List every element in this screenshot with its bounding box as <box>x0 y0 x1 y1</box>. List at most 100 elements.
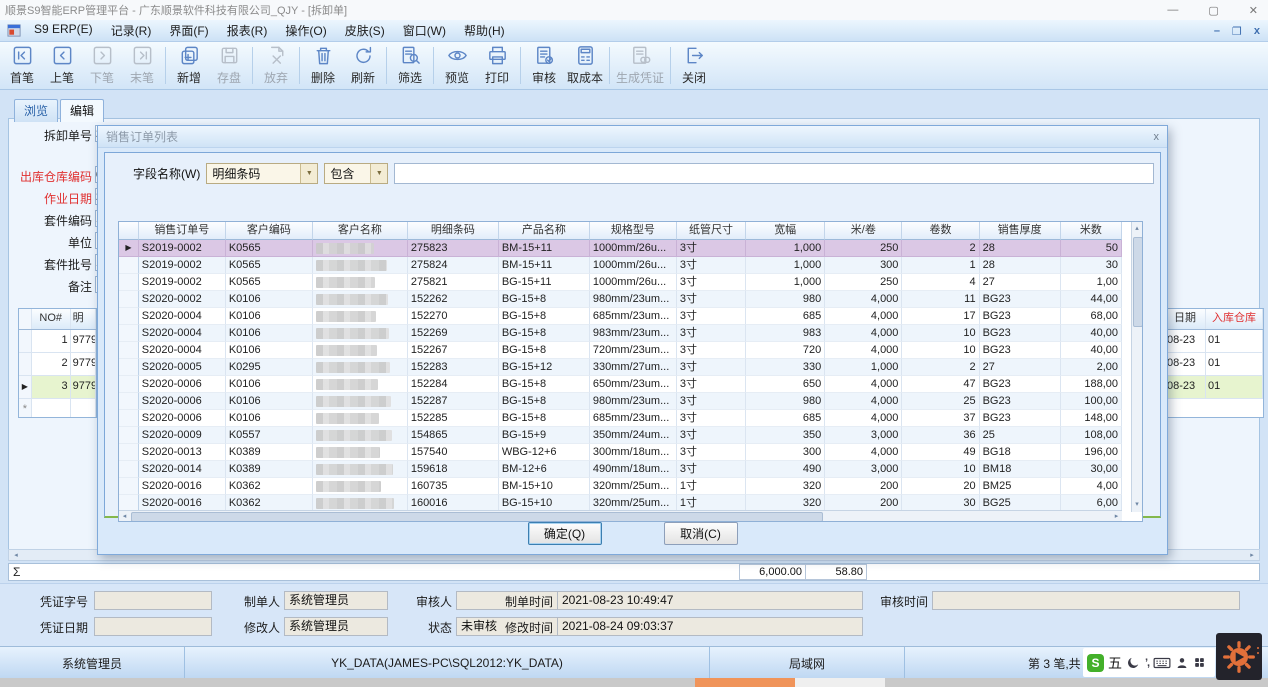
toolbar-button-refresh[interactable]: 刷新 <box>343 43 383 88</box>
scroll-right-icon[interactable]: ▸ <box>1246 551 1258 559</box>
toolbar-button-add[interactable]: 新增 <box>169 43 209 88</box>
column-header-6[interactable]: 规格型号 <box>590 222 677 240</box>
censored-customer-name <box>316 379 378 390</box>
column-header-inbound-warehouse[interactable]: 入库仓库 <box>1206 309 1263 329</box>
dialog-close-icon[interactable]: x <box>1154 131 1160 143</box>
hscroll-thumb[interactable] <box>131 512 823 522</box>
detail-lines-grid[interactable]: NO#明197792297792▶397792* <box>18 308 97 418</box>
column-header-8[interactable]: 宽幅 <box>746 222 825 240</box>
table-row[interactable]: ▶S2019-0002K0565275823BM-15+111000mm/26u… <box>119 240 1122 257</box>
scroll-left-icon[interactable]: ◂ <box>10 551 22 559</box>
wubi-mode-icon[interactable]: 五 <box>1108 654 1122 672</box>
table-row[interactable]: 08-2301 <box>1165 353 1263 376</box>
table-vscrollbar[interactable]: ▴ ▾ <box>1131 222 1142 512</box>
menu-item-6[interactable]: 皮肤(S) <box>336 22 394 39</box>
sales-order-table[interactable]: 销售订单号客户编码客户名称明细条码产品名称规格型号纸管尺寸宽幅米/卷卷数销售厚度… <box>118 221 1143 522</box>
column-header-9[interactable]: 米/卷 <box>825 222 902 240</box>
table-cell: 4,000 <box>825 325 902 342</box>
toolbar-button-first-record[interactable]: 首笔 <box>2 43 42 88</box>
menu-item-2[interactable]: 记录(R) <box>102 22 161 39</box>
mdi-minimize-button[interactable]: – <box>1214 25 1220 37</box>
window-minimize-button[interactable]: — <box>1167 4 1178 16</box>
table-row[interactable]: 08-2301 <box>1165 376 1263 399</box>
chevron-down-icon[interactable]: ▼ <box>370 164 387 183</box>
table-row[interactable]: 08-2301 <box>1165 330 1263 353</box>
keyboard-icon[interactable] <box>1153 654 1171 672</box>
toolbar-button-print[interactable]: 打印 <box>477 43 517 88</box>
scroll-left-icon[interactable]: ◂ <box>119 511 130 521</box>
column-header-detail-barcode[interactable]: 明 <box>71 309 96 329</box>
mdi-restore-button[interactable]: ❐ <box>1232 25 1242 38</box>
table-row[interactable]: S2020-0002K0106152262BG-15+8980mm/23um..… <box>119 291 1122 308</box>
menu-item-1[interactable]: S9 ERP(E) <box>25 22 102 39</box>
filter-search-input[interactable] <box>394 163 1154 184</box>
column-header-no[interactable]: NO# <box>32 309 71 329</box>
tab-browse[interactable]: 浏览 <box>14 99 58 122</box>
column-header-1[interactable]: 销售订单号 <box>139 222 226 240</box>
table-row[interactable]: S2020-0006K0106152287BG-15+8980mm/23um..… <box>119 393 1122 410</box>
table-row[interactable]: S2019-0002K0565275821BG-15+111000mm/26u.… <box>119 274 1122 291</box>
new-row[interactable]: * <box>19 399 96 418</box>
menu-item-3[interactable]: 界面(F) <box>160 22 217 39</box>
toolbar-button-prev-record[interactable]: 上笔 <box>42 43 82 88</box>
cancel-button[interactable]: 取消(C) <box>664 522 738 545</box>
table-row[interactable]: S2020-0014K0389159618BM-12+6490mm/18um..… <box>119 461 1122 478</box>
table-row[interactable]: S2020-0004K0106152267BG-15+8720mm/23um..… <box>119 342 1122 359</box>
table-row[interactable]: S2020-0006K0106152285BG-15+8685mm/23um..… <box>119 410 1122 427</box>
column-header-3[interactable]: 客户名称 <box>313 222 408 240</box>
toolbar-button-preview[interactable]: 预览 <box>437 43 477 88</box>
table-row[interactable]: S2020-0004K0106152269BG-15+8983mm/23um..… <box>119 325 1122 342</box>
mdi-close-button[interactable]: x <box>1254 25 1260 37</box>
scroll-down-icon[interactable]: ▾ <box>1132 498 1142 512</box>
column-header-10[interactable]: 卷数 <box>902 222 979 240</box>
filter-operator-select[interactable]: 包含 ▼ <box>324 163 388 184</box>
detail-grid-right-columns[interactable]: 日期入库仓库08-230108-230108-2301 <box>1164 308 1264 418</box>
window-maximize-button[interactable]: ▢ <box>1208 4 1218 17</box>
toolbar-button-delete[interactable]: 删除 <box>303 43 343 88</box>
toolbar-button-close-door[interactable]: 关闭 <box>674 43 714 88</box>
toolbar-button-cost[interactable]: 取成本 <box>564 43 606 88</box>
punctuation-icon[interactable]: ’, <box>1145 654 1149 672</box>
column-header-2[interactable]: 客户编码 <box>226 222 313 240</box>
toolbox-icon[interactable] <box>1193 654 1206 672</box>
window-close-button[interactable]: ✕ <box>1249 4 1258 17</box>
table-row[interactable]: S2020-0004K0106152270BG-15+8685mm/23um..… <box>119 308 1122 325</box>
column-header-12[interactable]: 米数 <box>1061 222 1122 240</box>
table-row[interactable]: S2020-0009K0557154865BG-15+9350mm/24um..… <box>119 427 1122 444</box>
table-row[interactable]: S2020-0005K0295152283BG-15+12330mm/27um.… <box>119 359 1122 376</box>
table-hscrollbar[interactable]: ◂ ▸ <box>119 510 1122 521</box>
column-header-5[interactable]: 产品名称 <box>499 222 590 240</box>
filter-field-select[interactable]: 明细条码 ▼ <box>206 163 318 184</box>
column-header-date[interactable]: 日期 <box>1165 309 1206 329</box>
menu-item-5[interactable]: 操作(O) <box>276 22 335 39</box>
vscroll-thumb[interactable] <box>1133 237 1143 327</box>
toolbar-button-filter[interactable]: 筛选 <box>390 43 430 88</box>
scroll-up-icon[interactable]: ▴ <box>1132 222 1142 236</box>
table-cell: 2 <box>902 240 979 257</box>
column-header-4[interactable]: 明细条码 <box>408 222 499 240</box>
table-row[interactable]: S2020-0013K0389157540WBG-12+6300mm/18um.… <box>119 444 1122 461</box>
menu-item-8[interactable]: 帮助(H) <box>455 22 514 39</box>
cell-no: 3 <box>32 376 71 398</box>
scroll-right-icon[interactable]: ▸ <box>1111 511 1122 521</box>
table-row[interactable]: S2020-0016K0362160735BM-15+10320mm/25um.… <box>119 478 1122 495</box>
tab-edit[interactable]: 编辑 <box>60 99 104 122</box>
column-header-7[interactable]: 纸管尺寸 <box>677 222 746 240</box>
menu-item-7[interactable]: 窗口(W) <box>394 22 455 39</box>
window-titlebar: 顺景S9智能ERP管理平台 - 广东顺景软件科技有限公司_QJY - [拆卸单]… <box>0 0 1268 21</box>
menu-item-4[interactable]: 报表(R) <box>218 22 277 39</box>
table-row[interactable]: S2020-0006K0106152284BG-15+8650mm/23um..… <box>119 376 1122 393</box>
censored-customer-name <box>316 294 388 305</box>
toolbar-button-audit[interactable]: 审核 <box>524 43 564 88</box>
table-row[interactable]: 297792 <box>19 353 96 376</box>
moon-icon[interactable] <box>1126 654 1141 672</box>
ok-button[interactable]: 确定(Q) <box>528 522 602 545</box>
gear-app-icon[interactable] <box>1216 633 1262 680</box>
column-header-11[interactable]: 销售厚度 <box>980 222 1061 240</box>
table-row[interactable]: S2019-0002K0565275824BM-15+111000mm/26u.… <box>119 257 1122 274</box>
table-row[interactable]: ▶397792 <box>19 376 96 399</box>
sogou-icon[interactable]: S <box>1087 654 1104 672</box>
person-icon[interactable] <box>1175 654 1189 672</box>
chevron-down-icon[interactable]: ▼ <box>300 164 317 183</box>
table-row[interactable]: 197792 <box>19 330 96 353</box>
